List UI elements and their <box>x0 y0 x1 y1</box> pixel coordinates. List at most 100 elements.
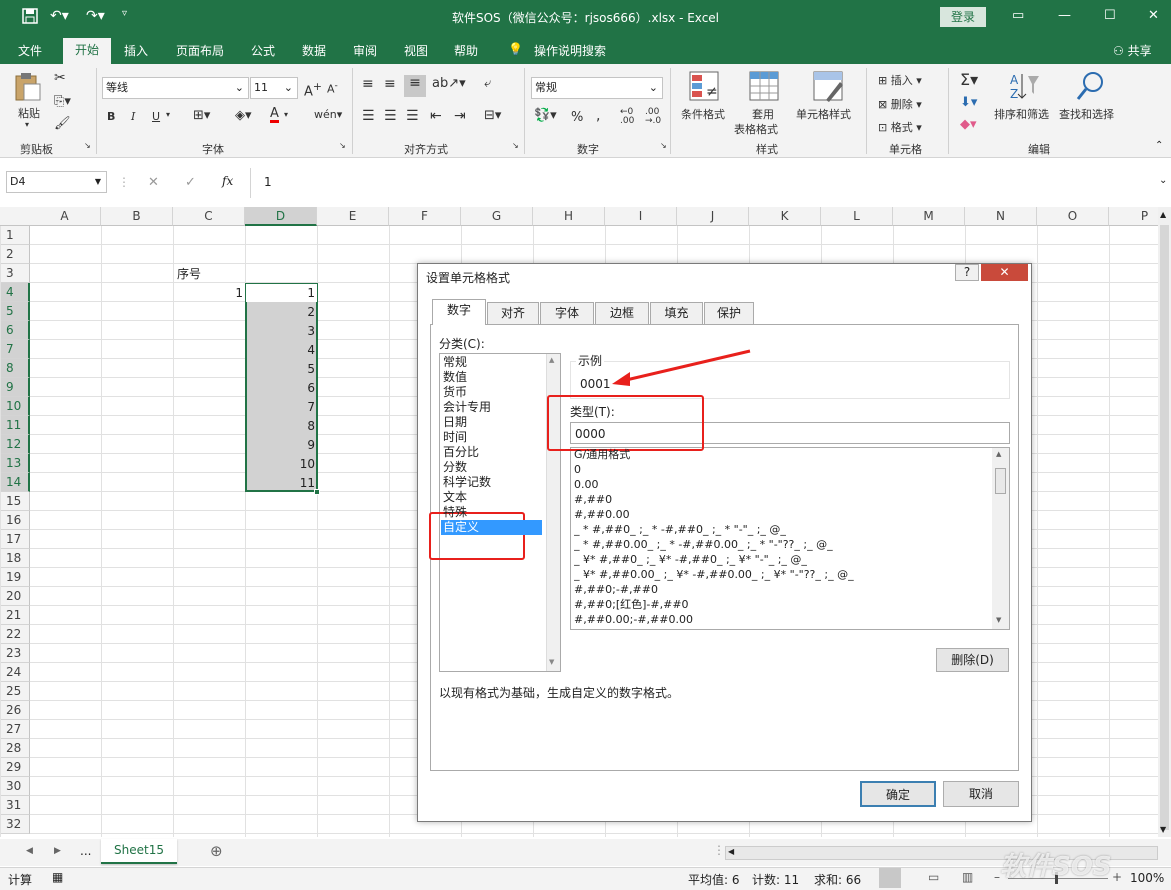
column-header-i[interactable]: I <box>605 207 677 226</box>
bold-button[interactable]: B <box>107 110 115 123</box>
category-item[interactable]: 数值 <box>441 370 542 385</box>
normal-view-icon[interactable] <box>879 868 901 888</box>
row-header-10[interactable]: 10 <box>0 397 30 416</box>
italic-button[interactable]: I <box>131 110 135 123</box>
dialog-tab-0[interactable]: 数字 <box>432 299 486 325</box>
paste-dropdown-icon[interactable]: ▾ <box>25 120 29 129</box>
column-header-f[interactable]: F <box>389 207 461 226</box>
sheet-overflow[interactable]: ... <box>80 844 91 858</box>
row-header-17[interactable]: 17 <box>0 530 30 549</box>
share-button[interactable]: ⚇ 共享 <box>1113 42 1152 59</box>
dialog-tab-1[interactable]: 对齐 <box>487 302 539 324</box>
font-launcher-icon[interactable]: ↘ <box>339 141 346 150</box>
row-header-30[interactable]: 30 <box>0 777 30 796</box>
row-header-22[interactable]: 22 <box>0 625 30 644</box>
tab-formulas[interactable]: 公式 <box>251 42 275 59</box>
tell-me-search[interactable]: 操作说明搜索 <box>534 42 606 59</box>
increase-decimal-icon[interactable]: ←0.00 <box>620 108 634 126</box>
cell-d7[interactable]: 4 <box>246 341 315 360</box>
decrease-indent-icon[interactable]: ⇤ <box>430 108 442 124</box>
login-button[interactable]: 登录 <box>940 7 986 27</box>
increase-indent-icon[interactable]: ⇥ <box>454 108 466 124</box>
tab-file[interactable]: 文件 <box>18 42 42 59</box>
expand-formula-icon[interactable]: ⌄ <box>1159 175 1167 186</box>
merge-center-icon[interactable]: ⊟▾ <box>484 108 501 123</box>
border-icon[interactable]: ⊞▾ <box>193 108 210 123</box>
row-header-21[interactable]: 21 <box>0 606 30 625</box>
conditional-format-button[interactable]: 条件格式 <box>681 106 725 122</box>
row-header-26[interactable]: 26 <box>0 701 30 720</box>
close-icon[interactable]: ✕ <box>1148 8 1159 23</box>
wrap-text-icon[interactable]: ⤶ <box>484 76 491 91</box>
comma-style-icon[interactable]: , <box>596 108 600 124</box>
scroll-up-icon[interactable]: ▲ <box>1160 210 1166 219</box>
scroll-thumb[interactable] <box>995 468 1006 494</box>
name-box[interactable]: D4 ▼ <box>6 171 107 193</box>
font-size-select[interactable]: 11 ⌄ <box>250 77 298 99</box>
number-launcher-icon[interactable]: ↘ <box>660 141 667 150</box>
format-item[interactable]: #,##0.00 <box>574 507 992 522</box>
cell-d4[interactable]: 1 <box>246 284 315 303</box>
help-button[interactable]: ? <box>955 264 979 281</box>
row-header-25[interactable]: 25 <box>0 682 30 701</box>
row-header-13[interactable]: 13 <box>0 454 30 473</box>
cell-d10[interactable]: 7 <box>246 398 315 417</box>
format-cells-button[interactable]: ⊡ 格式 ▾ <box>878 119 922 135</box>
insert-cells-button[interactable]: ⊞ 插入 ▾ <box>878 72 922 88</box>
add-sheet-icon[interactable]: ⊕ <box>210 842 223 860</box>
scroll-down-icon[interactable]: ▼ <box>549 658 554 666</box>
delete-cells-button[interactable]: ⊠ 删除 ▾ <box>878 96 922 112</box>
cell-d14[interactable]: 11 <box>246 474 315 493</box>
next-sheet-icon[interactable]: ▶ <box>54 846 61 856</box>
cancel-button[interactable]: 取消 <box>943 781 1019 807</box>
dialog-tab-5[interactable]: 保护 <box>704 302 754 324</box>
shrink-font-icon[interactable]: A- <box>327 80 338 96</box>
underline-dropdown-icon[interactable]: ▾ <box>166 110 170 119</box>
autosum-icon[interactable]: Σ▾ <box>960 70 978 89</box>
page-break-view-icon[interactable]: ▥ <box>962 870 973 884</box>
category-item[interactable]: 货币 <box>441 385 542 400</box>
format-painter-icon[interactable]: 🖌 <box>54 116 71 131</box>
cell-d9[interactable]: 6 <box>246 379 315 398</box>
orientation-icon[interactable]: ab↗▾ <box>432 76 466 91</box>
enter-icon[interactable]: ✓ <box>185 175 196 190</box>
delete-format-button[interactable]: 删除(D) <box>936 648 1009 672</box>
formula-input[interactable]: 1 ⌄ <box>250 168 1171 198</box>
align-bottom-icon[interactable]: ≡ <box>404 75 426 97</box>
cell-d13[interactable]: 10 <box>246 455 315 474</box>
cancel-icon[interactable]: ✕ <box>148 175 159 190</box>
column-header-o[interactable]: O <box>1037 207 1109 226</box>
column-header-e[interactable]: E <box>317 207 389 226</box>
dialog-tab-4[interactable]: 填充 <box>650 302 703 324</box>
cell-d6[interactable]: 3 <box>246 322 315 341</box>
row-header-19[interactable]: 19 <box>0 568 30 587</box>
ribbon-display-icon[interactable]: ▭ <box>1012 8 1024 23</box>
macro-record-icon[interactable]: ▦ <box>52 870 63 884</box>
category-item[interactable]: 自定义 <box>441 520 542 535</box>
cut-icon[interactable]: ✂ <box>54 70 66 86</box>
conditional-format-icon[interactable]: ≠ <box>688 70 720 105</box>
paste-button[interactable] <box>14 72 42 105</box>
cell-d12[interactable]: 9 <box>246 436 315 455</box>
row-header-15[interactable]: 15 <box>0 492 30 511</box>
sheet-tab-sheet15[interactable]: Sheet15 <box>101 839 177 864</box>
scroll-up-icon[interactable]: ▲ <box>996 450 1001 458</box>
format-item[interactable]: _ * #,##0_ ;_ * -#,##0_ ;_ * "-"_ ;_ @_ <box>574 522 992 537</box>
cell-c3[interactable]: 序号 <box>177 265 201 284</box>
column-header-a[interactable]: A <box>29 207 101 226</box>
phonetic-icon[interactable]: wén▾ <box>314 108 342 121</box>
align-center-icon[interactable]: ☰ <box>384 108 397 124</box>
page-layout-view-icon[interactable]: ▭ <box>928 870 939 884</box>
category-item[interactable]: 时间 <box>441 430 542 445</box>
align-left-icon[interactable]: ☰ <box>362 108 375 124</box>
column-header-c[interactable]: C <box>173 207 245 226</box>
cell-d5[interactable]: 2 <box>246 303 315 322</box>
scroll-left-icon[interactable]: ◀ <box>728 847 734 856</box>
scroll-thumb[interactable] <box>1160 225 1169 830</box>
row-header-7[interactable]: 7 <box>0 340 30 359</box>
category-item[interactable]: 日期 <box>441 415 542 430</box>
category-item[interactable]: 会计专用 <box>441 400 542 415</box>
row-header-9[interactable]: 9 <box>0 378 30 397</box>
row-header-6[interactable]: 6 <box>0 321 30 340</box>
clear-icon[interactable]: ◆▾ <box>960 117 977 132</box>
